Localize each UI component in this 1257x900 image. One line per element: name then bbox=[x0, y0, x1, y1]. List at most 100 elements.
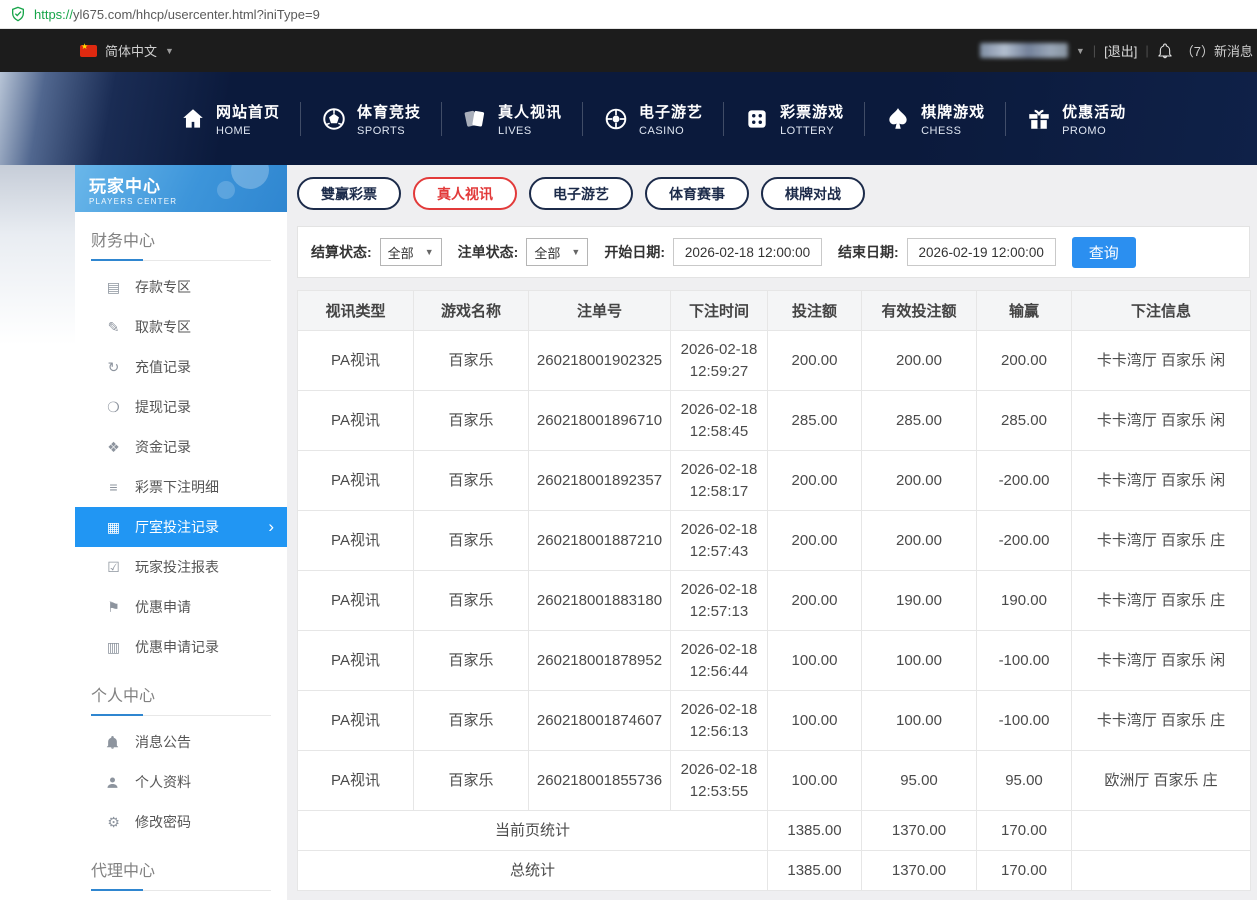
table-cell: 95.00 bbox=[977, 751, 1072, 811]
chevron-down-icon[interactable]: ▼ bbox=[1076, 46, 1085, 56]
column-header: 注单号 bbox=[529, 291, 671, 331]
table-cell: 200.00 bbox=[768, 511, 862, 571]
category-tab[interactable]: 体育赛事 bbox=[645, 177, 749, 210]
sidebar-item[interactable]: ≡彩票下注明细› bbox=[75, 467, 287, 507]
chevron-down-icon[interactable]: ▼ bbox=[165, 46, 174, 56]
sidebar-item-label: 玩家投注报表 bbox=[135, 557, 219, 577]
summary-label: 总统计 bbox=[298, 851, 768, 891]
table-cell: 100.00 bbox=[862, 691, 977, 751]
settle-status-label: 结算状态: bbox=[311, 242, 372, 262]
sidebar-item[interactable]: ⚑优惠申请› bbox=[75, 587, 287, 627]
nav-item-home[interactable]: 网站首页HOME bbox=[160, 101, 300, 137]
dice-icon bbox=[744, 106, 770, 132]
search-button[interactable]: 查询 bbox=[1072, 237, 1136, 268]
table-cell: 260218001896710 bbox=[529, 391, 671, 451]
table-cell: 卡卡湾厅 百家乐 闲 bbox=[1072, 391, 1251, 451]
chevron-right-icon: › bbox=[268, 517, 274, 537]
nav-label-cn: 网站首页 bbox=[216, 101, 280, 122]
order-status-select[interactable]: 全部 ▼ bbox=[526, 238, 588, 266]
sidebar-item-label: 资金记录 bbox=[135, 437, 191, 457]
table-cell: 2026-02-18 12:58:17 bbox=[671, 451, 768, 511]
sidebar-subtitle: PLAYERS CENTER bbox=[89, 197, 287, 206]
sidebar-item[interactable]: ▦厅室投注记录› bbox=[75, 507, 287, 547]
nav-label-cn: 优惠活动 bbox=[1062, 101, 1126, 122]
chevron-down-icon: ▼ bbox=[571, 247, 580, 257]
sidebar-item-label: 优惠申请记录 bbox=[135, 637, 219, 657]
username-redacted[interactable] bbox=[980, 43, 1068, 58]
chevron-down-icon: ▼ bbox=[425, 247, 434, 257]
soccer-icon bbox=[321, 106, 347, 132]
sidebar-item-label: 存款专区 bbox=[135, 277, 191, 297]
category-tab[interactable]: 雙赢彩票 bbox=[297, 177, 401, 210]
sidebar-item[interactable]: ❍提现记录› bbox=[75, 387, 287, 427]
table-cell: -200.00 bbox=[977, 511, 1072, 571]
table-cell: 卡卡湾厅 百家乐 闲 bbox=[1072, 451, 1251, 511]
nav-label-en: CHESS bbox=[921, 125, 985, 137]
table-cell: 200.00 bbox=[862, 451, 977, 511]
table-cell: 2026-02-18 12:56:13 bbox=[671, 691, 768, 751]
url-rest: yl675.com/hhcp/usercenter.html?iniType=9 bbox=[73, 7, 320, 22]
page-body: 玩家中心 PLAYERS CENTER 财务中心▤存款专区›✎取款专区›↻充值记… bbox=[0, 165, 1257, 900]
sidebar-item[interactable]: ❖资金记录› bbox=[75, 427, 287, 467]
sidebar-item[interactable]: 消息公告› bbox=[75, 722, 287, 762]
logout-link[interactable]: [退出] bbox=[1104, 41, 1137, 60]
china-flag-icon bbox=[80, 45, 97, 57]
category-tabs: 雙赢彩票真人视讯电子游艺体育赛事棋牌对战 bbox=[297, 177, 1250, 210]
summary-value: 1385.00 bbox=[768, 851, 862, 891]
messages-link[interactable]: （7）新消息 bbox=[1181, 41, 1253, 60]
category-tab[interactable]: 棋牌对战 bbox=[761, 177, 865, 210]
column-header: 投注额 bbox=[768, 291, 862, 331]
summary-empty-cell bbox=[1072, 811, 1251, 851]
start-date-input[interactable] bbox=[673, 238, 822, 266]
nav-item-lives[interactable]: 真人视讯 LIVES bbox=[442, 101, 582, 137]
table-cell: PA视讯 bbox=[298, 331, 414, 391]
table-row: PA视讯百家乐2602180018557362026-02-18 12:53:5… bbox=[298, 751, 1251, 811]
withdraw-icon: ✎ bbox=[105, 319, 122, 336]
sidebar-item[interactable]: ✎取款专区› bbox=[75, 307, 287, 347]
sidebar-item[interactable]: ☑玩家投注报表› bbox=[75, 547, 287, 587]
home-icon bbox=[180, 106, 206, 132]
nav-label-en: PROMO bbox=[1062, 125, 1126, 137]
table-cell: 260218001855736 bbox=[529, 751, 671, 811]
bell-icon bbox=[105, 735, 122, 750]
sidebar-item[interactable]: ⚙修改密码› bbox=[75, 802, 287, 842]
end-date-input[interactable] bbox=[907, 238, 1056, 266]
sidebar-item[interactable]: 个人资料› bbox=[75, 762, 287, 802]
player-report-icon: ☑ bbox=[105, 559, 122, 576]
summary-row: 当前页统计1385.001370.00170.00 bbox=[298, 811, 1251, 851]
sidebar-section-label: 财务中心 bbox=[91, 227, 271, 261]
summary-value: 170.00 bbox=[977, 851, 1072, 891]
table-cell: PA视讯 bbox=[298, 751, 414, 811]
sidebar-item[interactable]: ▥优惠申请记录› bbox=[75, 627, 287, 667]
sidebar-item[interactable]: ▤存款专区› bbox=[75, 267, 287, 307]
language-selector[interactable]: 简体中文 bbox=[105, 41, 157, 60]
table-cell: 260218001878952 bbox=[529, 631, 671, 691]
table-cell: 285.00 bbox=[768, 391, 862, 451]
sidebar-item[interactable]: ↻充值记录› bbox=[75, 347, 287, 387]
table-cell: 百家乐 bbox=[414, 451, 529, 511]
sidebar-item-label: 彩票下注明细 bbox=[135, 477, 219, 497]
nav-item-promo[interactable]: 优惠活动 PROMO bbox=[1006, 101, 1146, 137]
table-cell: 卡卡湾厅 百家乐 庄 bbox=[1072, 691, 1251, 751]
nav-label-cn: 真人视讯 bbox=[498, 101, 562, 122]
table-row: PA视讯百家乐2602180018746072026-02-18 12:56:1… bbox=[298, 691, 1251, 751]
nav-item-casino[interactable]: 电子游艺CASINO bbox=[583, 101, 723, 137]
nav-item-chess[interactable]: 棋牌游戏CHESS bbox=[865, 101, 1005, 137]
category-tab[interactable]: 真人视讯 bbox=[413, 177, 517, 210]
cards-icon bbox=[462, 106, 488, 132]
url-text[interactable]: https://yl675.com/hhcp/usercenter.html?i… bbox=[34, 7, 320, 22]
bet-records-table: 视讯类型游戏名称注单号下注时间投注额有效投注额输赢下注信息 PA视讯百家乐260… bbox=[297, 290, 1251, 891]
withdraw-records-icon: ❍ bbox=[105, 399, 122, 416]
settle-status-select[interactable]: 全部 ▼ bbox=[380, 238, 442, 266]
table-cell: 200.00 bbox=[862, 511, 977, 571]
bell-icon[interactable] bbox=[1157, 43, 1173, 59]
category-tab[interactable]: 电子游艺 bbox=[529, 177, 633, 210]
end-date-label: 结束日期: bbox=[838, 242, 899, 262]
nav-label-en: LIVES bbox=[498, 125, 562, 137]
table-cell: 260218001887210 bbox=[529, 511, 671, 571]
divider: | bbox=[1145, 43, 1148, 58]
main-content: 雙赢彩票真人视讯电子游艺体育赛事棋牌对战 结算状态: 全部 ▼ 注单状态: 全部… bbox=[287, 165, 1257, 900]
nav-item-sports[interactable]: 体育竞技SPORTS bbox=[301, 101, 441, 137]
nav-item-lottery[interactable]: 彩票游戏LOTTERY bbox=[724, 101, 864, 137]
table-cell: 200.00 bbox=[862, 331, 977, 391]
